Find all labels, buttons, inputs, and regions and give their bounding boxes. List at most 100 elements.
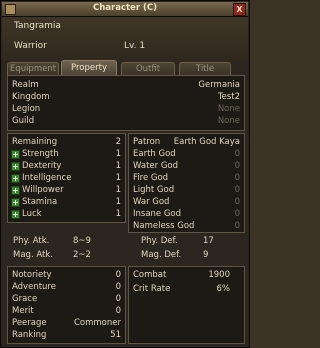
peerage-label: Peerage <box>12 318 47 328</box>
grace-value: 0 <box>115 294 121 304</box>
tab-property[interactable]: Property <box>61 60 117 76</box>
mag-def-label: Mag. Def. <box>141 250 182 260</box>
stamina-value: 1 <box>115 197 121 207</box>
kingdom-label: Kingdom <box>12 92 50 102</box>
war-god-label: War God <box>133 197 170 207</box>
plus-icon[interactable]: + <box>11 198 20 207</box>
ranking-label: Ranking <box>12 330 47 340</box>
close-button[interactable]: X <box>233 3 246 16</box>
god-row-nameless: Nameless God 0 <box>129 221 244 232</box>
luck-value: 1 <box>115 209 121 219</box>
tab-equipment[interactable]: Equipment <box>7 62 59 75</box>
info-row-guild: Guild None <box>8 116 244 127</box>
stamina-label: Stamina <box>22 197 58 207</box>
mag-atk-label: Mag. Atk. <box>13 250 53 260</box>
insane-god-value: 0 <box>234 209 240 219</box>
tab-title[interactable]: Title <box>179 62 231 75</box>
realm-label: Realm <box>12 80 39 90</box>
guild-label: Guild <box>12 116 35 126</box>
earth-god-value: 0 <box>234 149 240 159</box>
ranking-value: 51 <box>110 330 121 340</box>
patron-row: Patron Earth God Kaya <box>129 137 244 148</box>
god-row-water: Water God 0 <box>129 161 244 172</box>
phy-atk-value: 8~9 <box>73 236 91 246</box>
insane-god-label: Insane God <box>133 209 182 219</box>
stat-row-dexterity: + Dexterity 1 <box>8 161 125 172</box>
legion-value: None <box>217 104 240 114</box>
patron-label: Patron <box>133 137 161 147</box>
crit-rate-row: Crit Rate 6% <box>129 284 244 295</box>
guild-value: None <box>217 116 240 126</box>
stat-row-intelligence: + Intelligence 1 <box>8 173 125 184</box>
fire-god-label: Fire God <box>133 173 169 183</box>
crit-rate-label: Crit Rate <box>133 284 171 294</box>
rep-row-merit: Merit 0 <box>8 306 125 317</box>
plus-icon[interactable]: + <box>11 210 20 219</box>
notoriety-value: 0 <box>115 270 121 280</box>
light-god-label: Light God <box>133 185 175 195</box>
dexterity-value: 1 <box>115 161 121 171</box>
realm-value: Germania <box>198 80 240 90</box>
grace-label: Grace <box>12 294 38 304</box>
combat-label: Combat <box>133 270 167 280</box>
phy-def-label: Phy. Def. <box>141 236 178 246</box>
god-row-insane: Insane God 0 <box>129 209 244 220</box>
remaining-row: Remaining 2 <box>8 137 125 148</box>
remaining-value: 2 <box>115 137 121 147</box>
plus-icon[interactable]: + <box>11 186 20 195</box>
tab-bar: Equipment Property Outfit Title <box>7 60 247 76</box>
merit-label: Merit <box>12 306 34 316</box>
earth-god-label: Earth God <box>133 149 176 159</box>
character-class: Warrior <box>14 41 47 51</box>
plus-icon[interactable]: + <box>11 150 20 159</box>
god-row-light: Light God 0 <box>129 185 244 196</box>
combat-row: Combat 1900 <box>129 270 244 281</box>
peerage-value: Commoner <box>73 318 121 328</box>
title-bar[interactable]: Character (C) X <box>2 2 248 17</box>
stat-row-stamina: + Stamina 1 <box>8 197 125 208</box>
phy-def-value: 17 <box>203 236 214 246</box>
crit-rate-value: 6% <box>216 284 231 294</box>
info-row-kingdom: Kingdom Test2 <box>8 92 244 103</box>
strength-label: Strength <box>22 149 59 159</box>
info-row-legion: Legion None <box>8 104 244 115</box>
remaining-label: Remaining <box>12 137 58 147</box>
plus-icon[interactable]: + <box>11 174 20 183</box>
gods-panel: Patron Earth God Kaya Earth God 0 Water … <box>128 133 245 233</box>
kingdom-value: Test2 <box>217 92 240 102</box>
nameless-god-label: Nameless God <box>133 221 195 231</box>
combat-value: 1900 <box>208 270 230 280</box>
character-window: Character (C) X Tangramia Warrior Lv. 1 … <box>0 0 250 348</box>
character-name: Tangramia <box>14 21 61 31</box>
mag-def-value: 9 <box>203 250 209 260</box>
stat-row-strength: + Strength 1 <box>8 149 125 160</box>
war-god-value: 0 <box>234 197 240 207</box>
fire-god-value: 0 <box>234 173 240 183</box>
plus-icon[interactable]: + <box>11 162 20 171</box>
god-row-earth: Earth God 0 <box>129 149 244 160</box>
god-row-fire: Fire God 0 <box>129 173 244 184</box>
intelligence-label: Intelligence <box>22 173 72 183</box>
nameless-god-value: 0 <box>234 221 240 231</box>
intelligence-value: 1 <box>115 173 121 183</box>
patron-value: Earth God Kaya <box>173 137 240 147</box>
mag-atk-value: 2~2 <box>73 250 91 260</box>
rep-row-peerage: Peerage Commoner <box>8 318 125 329</box>
rep-row-grace: Grace 0 <box>8 294 125 305</box>
willpower-value: 1 <box>115 185 121 195</box>
character-header: Tangramia Warrior Lv. 1 <box>2 17 248 62</box>
willpower-label: Willpower <box>22 185 64 195</box>
god-row-war: War God 0 <box>129 197 244 208</box>
tab-outfit[interactable]: Outfit <box>121 62 175 75</box>
strength-value: 1 <box>115 149 121 159</box>
water-god-value: 0 <box>234 161 240 171</box>
attack-defense-panel: Phy. Atk. 8~9 Mag. Atk. 2~2 Phy. Def. 17… <box>7 234 245 264</box>
character-level: Lv. 1 <box>124 41 146 51</box>
adventure-label: Adventure <box>12 282 56 292</box>
combat-panel: Combat 1900 Crit Rate 6% <box>128 266 245 344</box>
notoriety-label: Notoriety <box>12 270 52 280</box>
dexterity-label: Dexterity <box>22 161 62 171</box>
info-row-realm: Realm Germania <box>8 80 244 91</box>
window-title: Character (C) <box>93 3 157 13</box>
adventure-value: 0 <box>115 282 121 292</box>
